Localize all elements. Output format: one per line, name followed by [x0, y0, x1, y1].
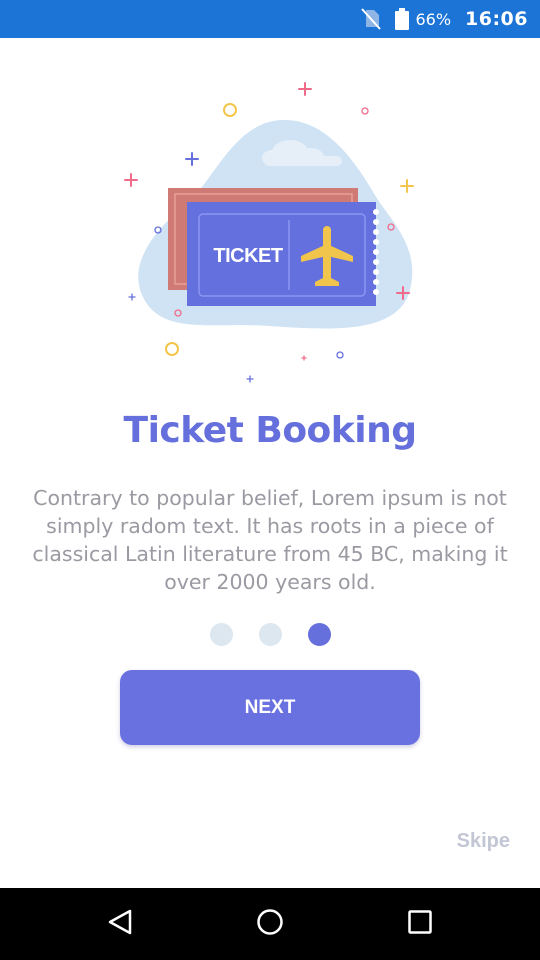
page-indicator — [0, 623, 540, 646]
skip-link[interactable]: Skipe — [457, 830, 510, 853]
ticket-shape: TICKET — [187, 202, 379, 306]
next-button-label: NEXT — [244, 696, 296, 718]
battery-percent: 66% — [415, 9, 452, 29]
next-button[interactable]: NEXT — [120, 670, 420, 745]
navigation-bar — [0, 888, 540, 960]
back-icon — [106, 908, 134, 941]
no-sim-icon — [361, 8, 382, 30]
clock: 16:06 — [465, 8, 528, 30]
page-dot-1 — [209, 623, 233, 646]
page-dot-2 — [258, 623, 282, 646]
onboarding-description: Contrary to popular belief, Lorem ipsum … — [32, 486, 508, 594]
ticket-label: TICKET — [213, 245, 283, 267]
recents-icon — [406, 908, 434, 941]
status-bar: 66% 16:06 — [0, 0, 540, 38]
home-icon — [256, 908, 284, 941]
battery-icon — [395, 8, 410, 30]
page-dot-3-active — [307, 623, 331, 646]
onboarding-illustration: TICKET — [0, 38, 540, 398]
onboarding-title: Ticket Booking — [123, 410, 417, 451]
back-button[interactable] — [80, 888, 160, 960]
recents-button[interactable] — [380, 888, 460, 960]
home-button[interactable] — [230, 888, 310, 960]
